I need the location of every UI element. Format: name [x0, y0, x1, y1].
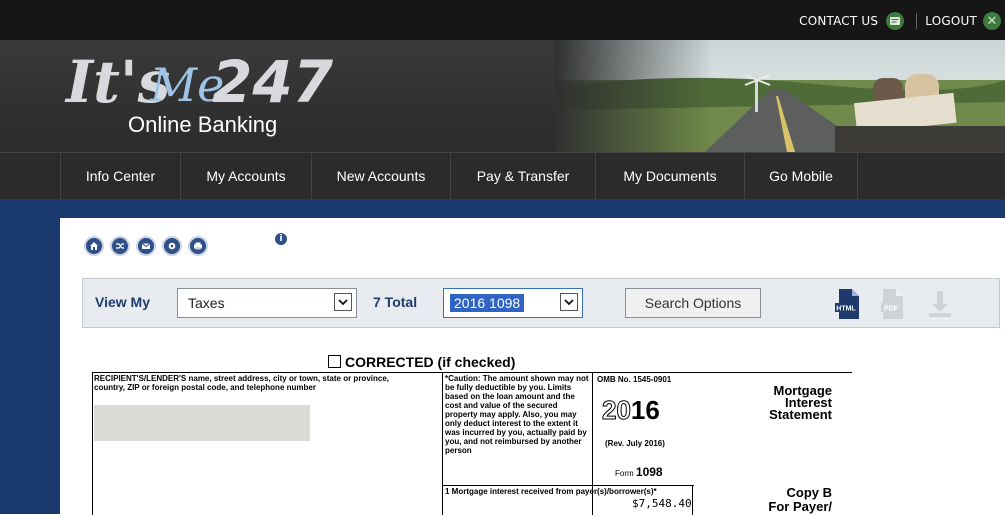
top-links-divider	[916, 13, 918, 29]
form-line	[442, 485, 694, 486]
contact-us-link[interactable]: CONTACT US	[799, 14, 878, 28]
document-year-value: 2016 1098	[450, 294, 525, 312]
html-file-icon[interactable]: HTML	[835, 289, 861, 323]
nav-new-accounts[interactable]: New Accounts	[311, 153, 450, 199]
view-my-label: View My	[95, 294, 150, 310]
main-nav: Info Center My Accounts New Accounts Pay…	[0, 152, 1005, 199]
document-type-value: Taxes	[188, 295, 225, 311]
svg-text:PDF: PDF	[884, 306, 899, 313]
form-number: Form 1098	[615, 465, 663, 479]
logo-247-text: 247	[212, 48, 334, 116]
document-filter-toolbar: View My Taxes 7 Total 2016 1098 Search O…	[82, 278, 1000, 328]
tax-year-bold: 16	[630, 395, 660, 425]
download-icon[interactable]	[927, 289, 953, 323]
nav-my-documents[interactable]: My Documents	[595, 153, 744, 199]
omb-number: OMB No. 1545-0901	[597, 375, 672, 384]
svg-text:HTML: HTML	[836, 306, 856, 313]
pdf-file-icon[interactable]: PDF	[879, 289, 905, 323]
revision-date: (Rev. July 2016)	[605, 439, 665, 448]
logo-subtitle: Online Banking	[128, 112, 278, 137]
form-line	[692, 485, 693, 515]
recipient-label: RECIPIENT'S/LENDER'S name, street addres…	[94, 374, 389, 392]
chevron-down-icon[interactable]	[560, 293, 578, 311]
logout-link[interactable]: LOGOUT	[925, 14, 977, 28]
print-icon[interactable]	[188, 236, 208, 256]
for-payer-label: For Payer/	[768, 499, 832, 514]
form-title: Mortgage Interest Statement	[769, 383, 832, 422]
chevron-down-icon[interactable]	[334, 293, 352, 311]
box1-label: 1 Mortgage interest received from payer(…	[445, 487, 657, 496]
form-grid: RECIPIENT'S/LENDER'S name, street addres…	[92, 372, 852, 515]
home-icon[interactable]	[84, 236, 104, 256]
documents-panel: i View My Taxes 7 Total 2016 1098 Search…	[60, 218, 1005, 515]
mail-icon[interactable]	[136, 236, 156, 256]
nav-pay-transfer[interactable]: Pay & Transfer	[450, 153, 595, 199]
form-line	[92, 373, 93, 515]
quick-action-icons	[84, 236, 214, 256]
total-count-label: 7 Total	[373, 294, 418, 310]
form-number-prefix: Form	[615, 469, 634, 478]
box1-value: $7,548.40	[632, 497, 692, 510]
recipient-address-redacted	[94, 405, 310, 441]
info-icon[interactable]: i	[275, 233, 287, 245]
form-line	[442, 373, 443, 515]
copy-b-label: Copy B	[786, 485, 833, 500]
tax-form-1098: CORRECTED (if checked) RECIPIENT'S/LENDE…	[92, 354, 852, 515]
nav-info-center[interactable]: Info Center	[60, 153, 180, 199]
top-links: CONTACT US LOGOUT ✕	[799, 12, 1001, 30]
tax-year-outline: 20	[602, 395, 632, 426]
document-year-select[interactable]: 2016 1098	[443, 288, 583, 318]
tax-year: 2016	[602, 395, 660, 426]
corrected-checkbox-label: CORRECTED (if checked)	[328, 354, 515, 370]
document-type-select[interactable]: Taxes	[177, 288, 357, 318]
search-options-button[interactable]: Search Options	[625, 288, 761, 318]
nav-go-mobile[interactable]: Go Mobile	[744, 153, 858, 199]
caution-text: *Caution: The amount shown may not be fu…	[445, 374, 589, 455]
form-number-value: 1098	[635, 465, 663, 479]
logout-close-icon[interactable]: ✕	[983, 12, 1001, 30]
corrected-checkbox[interactable]	[328, 355, 341, 368]
bank-logo[interactable]: It's Me 247 Online Banking	[66, 52, 336, 142]
site-header: It's Me 247 Online Banking	[0, 40, 1005, 152]
gear-icon[interactable]	[162, 236, 182, 256]
shuffle-icon[interactable]	[110, 236, 130, 256]
contact-card-icon[interactable]	[886, 12, 905, 30]
top-bar: CONTACT US LOGOUT ✕	[0, 0, 1005, 40]
nav-my-accounts[interactable]: My Accounts	[180, 153, 311, 199]
header-photo	[555, 40, 1005, 152]
corrected-text: CORRECTED (if checked)	[345, 354, 516, 370]
